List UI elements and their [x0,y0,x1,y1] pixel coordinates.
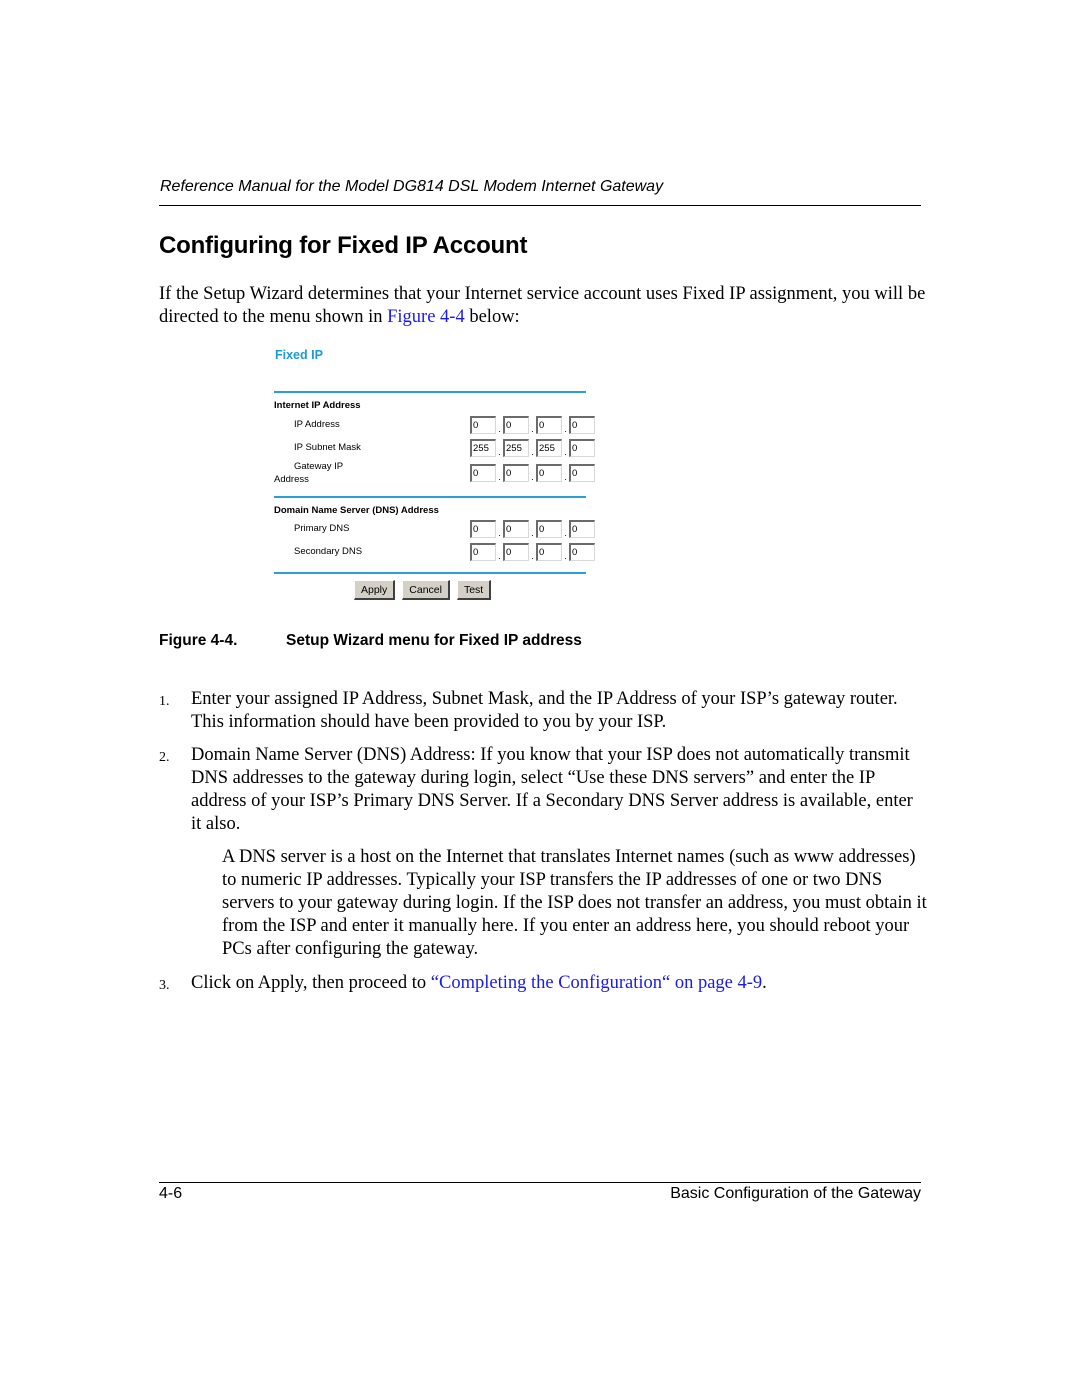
octet-separator: . [531,424,534,434]
intro-text: If the Setup Wizard determines that your… [159,284,926,327]
octet-separator: . [498,424,501,434]
gateway-ip-octet-3[interactable]: 0 [536,464,562,482]
gateway-ip-label-line2: Address [274,474,309,485]
figure-divider [274,391,586,393]
intro-paragraph: If the Setup Wizard determines that your… [159,283,929,329]
intro-text-end: below: [464,307,520,327]
running-header: Reference Manual for the Model DG814 DSL… [160,178,664,195]
step-3-text-end: . [762,973,767,993]
gateway-ip-label-line1: Gateway IP [294,461,344,472]
fixed-ip-title: Fixed IP [275,348,323,362]
subnet-mask-octet-1[interactable]: 255 [470,439,496,457]
gateway-ip-octet-1[interactable]: 0 [470,464,496,482]
list-item-text: Domain Name Server (DNS) Address: If you… [191,745,913,834]
dns-section-heading: Domain Name Server (DNS) Address [274,505,439,516]
figure-divider [274,496,586,498]
subnet-mask-octet-2[interactable]: 255 [503,439,529,457]
figure-caption-title: Setup Wizard menu for Fixed IP address [286,632,582,649]
octet-separator: . [564,472,567,482]
octet-separator: . [498,447,501,457]
page-title: Configuring for Fixed IP Account [159,232,528,259]
figure-caption: Figure 4-4. Setup Wizard menu for Fixed … [159,632,582,650]
octet-separator: . [531,528,534,538]
footer-divider [159,1182,921,1183]
octet-separator: . [498,528,501,538]
primary-dns-label: Primary DNS [294,523,350,534]
footer-section-title: Basic Configuration of the Gateway [670,1185,921,1202]
primary-dns-octet-1[interactable]: 0 [470,520,496,538]
gateway-ip-input-group: 0 . 0 . 0 . 0 [470,464,595,482]
list-item-number: 1. [159,694,170,709]
gateway-ip-octet-4[interactable]: 0 [569,464,595,482]
secondary-dns-octet-4[interactable]: 0 [569,543,595,561]
subnet-mask-label: IP Subnet Mask [294,442,361,453]
list-item-number: 3. [159,978,170,993]
gateway-ip-label: Gateway IP Address [274,460,343,486]
secondary-dns-input-group: 0 . 0 . 0 . 0 [470,543,595,561]
gateway-ip-octet-2[interactable]: 0 [503,464,529,482]
apply-button[interactable]: Apply [354,580,396,600]
octet-separator: . [564,528,567,538]
figure-button-bar: Apply Cancel Test [354,580,492,600]
secondary-dns-octet-2[interactable]: 0 [503,543,529,561]
ip-address-octet-1[interactable]: 0 [470,416,496,434]
octet-separator: . [531,472,534,482]
ip-address-label: IP Address [294,419,340,430]
octet-separator: . [531,447,534,457]
fixed-ip-figure: Fixed IP Internet IP Address IP Address … [272,345,595,605]
octet-separator: . [564,447,567,457]
primary-dns-octet-3[interactable]: 0 [536,520,562,538]
internet-ip-section-heading: Internet IP Address [274,400,361,411]
figure-divider [274,572,586,574]
cancel-button[interactable]: Cancel [402,580,450,600]
figure-link[interactable]: Figure 4-4 [387,307,465,327]
list-item-number: 2. [159,750,170,765]
page-number: 4-6 [159,1185,183,1202]
ip-address-octet-4[interactable]: 0 [569,416,595,434]
subnet-mask-octet-4[interactable]: 0 [569,439,595,457]
secondary-dns-label: Secondary DNS [294,546,363,557]
octet-separator: . [531,551,534,561]
figure-caption-number: Figure 4-4. [159,632,238,649]
header-divider [159,205,921,206]
ip-address-input-group: 0 . 0 . 0 . 0 [470,416,595,434]
secondary-dns-octet-1[interactable]: 0 [470,543,496,561]
subnet-mask-input-group: 255 . 255 . 255 . 0 [470,439,595,457]
octet-separator: . [564,424,567,434]
primary-dns-input-group: 0 . 0 . 0 . 0 [470,520,595,538]
subnet-mask-octet-3[interactable]: 255 [536,439,562,457]
step-3-text: Click on Apply, then proceed to [191,973,431,993]
test-button[interactable]: Test [456,580,492,600]
primary-dns-octet-2[interactable]: 0 [503,520,529,538]
secondary-dns-octet-3[interactable]: 0 [536,543,562,561]
primary-dns-octet-4[interactable]: 0 [569,520,595,538]
ip-address-octet-2[interactable]: 0 [503,416,529,434]
octet-separator: . [498,472,501,482]
list-item-text: Enter your assigned IP Address, Subnet M… [191,689,898,732]
list-item-text: Click on Apply, then proceed to “Complet… [191,972,926,995]
dns-note-paragraph: A DNS server is a host on the Internet t… [222,847,927,959]
octet-separator: . [498,551,501,561]
completing-configuration-link[interactable]: “Completing the Configuration“ on page 4… [431,973,762,993]
ip-address-octet-3[interactable]: 0 [536,416,562,434]
octet-separator: . [564,551,567,561]
